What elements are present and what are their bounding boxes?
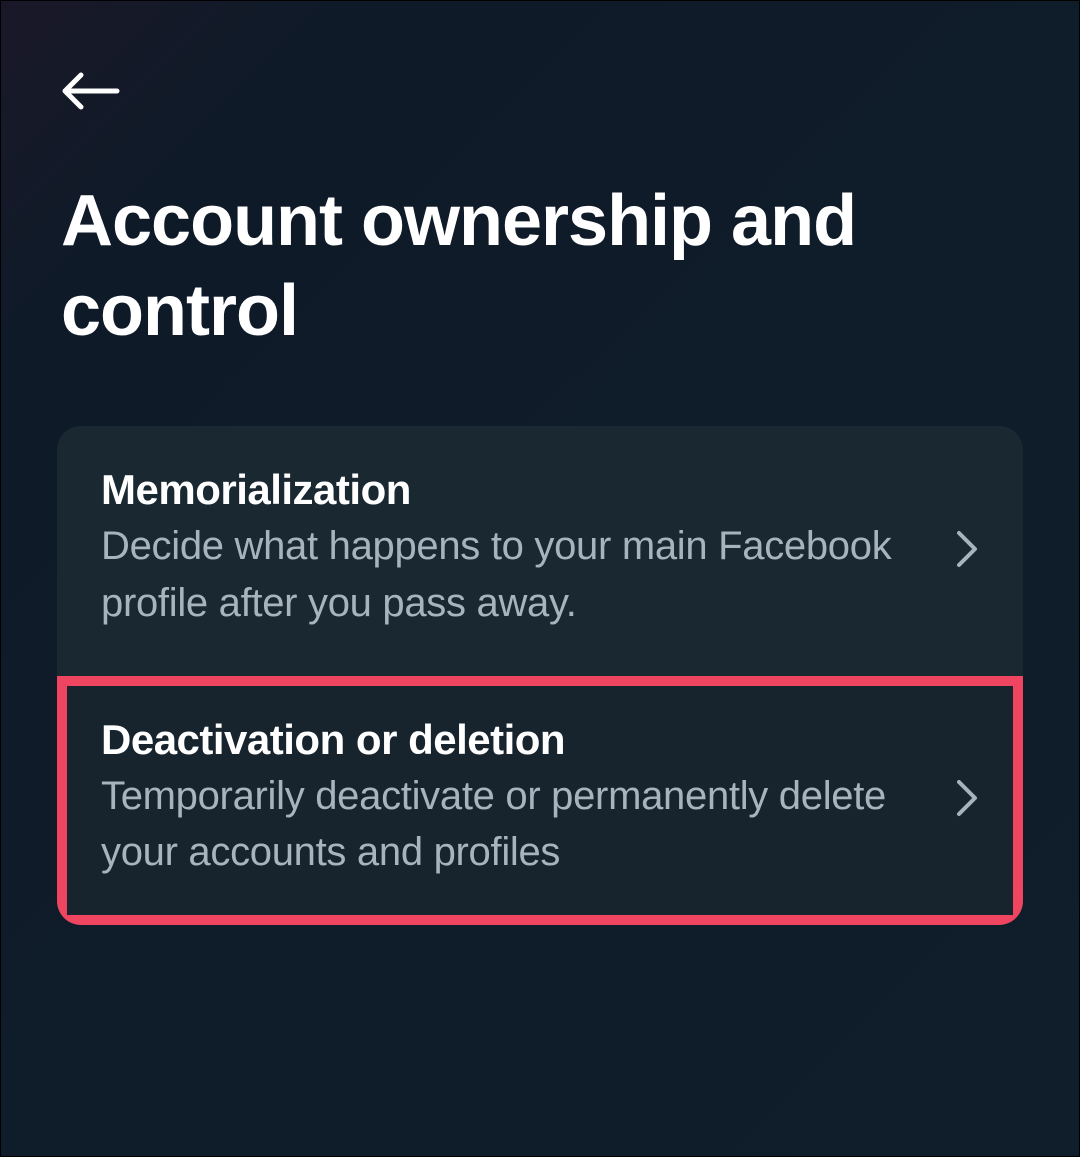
page-title: Account ownership and control <box>1 116 1079 356</box>
settings-item-description: Decide what happens to your main Faceboo… <box>101 518 925 632</box>
settings-item-content: Memorialization Decide what happens to y… <box>101 466 955 632</box>
settings-item-title: Deactivation or deletion <box>101 716 925 764</box>
back-button[interactable] <box>1 1 121 116</box>
settings-item-title: Memorialization <box>101 466 925 514</box>
arrow-left-icon <box>61 98 121 115</box>
settings-item-memorialization[interactable]: Memorialization Decide what happens to y… <box>57 426 1023 676</box>
settings-item-deactivation[interactable]: Deactivation or deletion Temporarily dea… <box>57 676 1023 926</box>
settings-screen: Account ownership and control Memorializ… <box>0 0 1080 1157</box>
settings-list: Memorialization Decide what happens to y… <box>57 426 1023 925</box>
chevron-right-icon <box>955 529 979 569</box>
chevron-right-icon <box>955 778 979 818</box>
settings-item-content: Deactivation or deletion Temporarily dea… <box>101 716 955 882</box>
settings-item-description: Temporarily deactivate or permanently de… <box>101 768 925 882</box>
